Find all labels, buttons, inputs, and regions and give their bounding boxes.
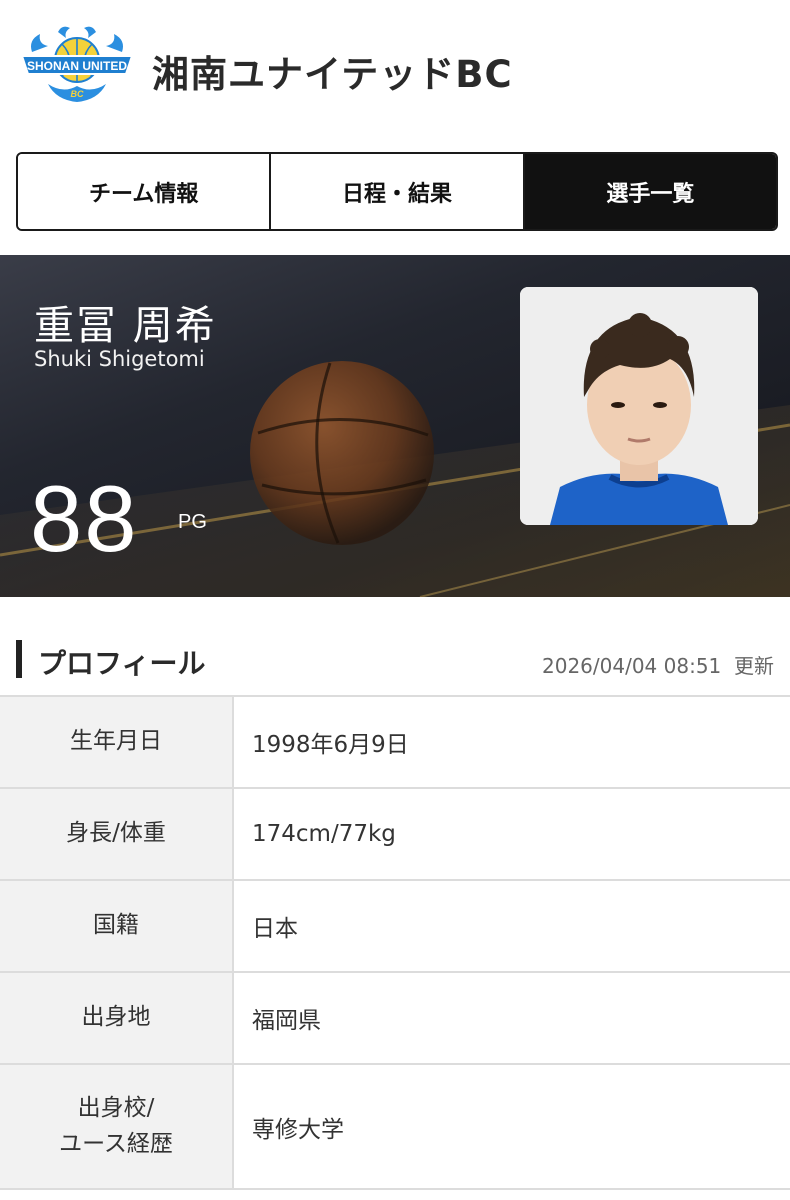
row-label: 出身地 xyxy=(0,973,234,1063)
tab-team-info[interactable]: チーム情報 xyxy=(18,154,272,229)
row-label: 身長/体重 xyxy=(0,789,234,879)
row-value: 174cm/77kg xyxy=(252,821,396,847)
player-number: 88 xyxy=(30,466,139,571)
row-value: 1998年6月9日 xyxy=(252,732,409,758)
updated-label: 更新 xyxy=(734,654,774,678)
profile-table: 生年月日 1998年6月9日 身長/体重 174cm/77kg 国籍 日本 出身… xyxy=(0,695,790,1190)
player-photo xyxy=(520,287,758,525)
profile-header: プロフィール 2026/04/04 08:51 更新 xyxy=(0,630,790,690)
table-row: 生年月日 1998年6月9日 xyxy=(0,697,790,789)
table-row: 国籍 日本 xyxy=(0,881,790,973)
table-row: 出身校/ ユース経歴 専修大学 xyxy=(0,1065,790,1190)
logo-subtext: BC xyxy=(71,89,84,99)
site-header: SHONAN UNITED BC 湘南ユナイテッドBC xyxy=(0,0,790,130)
profile-title: プロフィール xyxy=(38,647,206,680)
row-label: 出身校/ ユース経歴 xyxy=(0,1065,234,1188)
table-row: 身長/体重 174cm/77kg xyxy=(0,789,790,881)
profile-updated: 2026/04/04 08:51 更新 xyxy=(542,650,774,679)
row-label: 国籍 xyxy=(0,881,234,971)
player-name-en: Shuki Shigetomi xyxy=(34,347,205,371)
player-name-jp: 重冨 周希 xyxy=(34,303,217,349)
row-value: 専修大学 xyxy=(252,1116,344,1143)
team-name: 湘南ユナイテッドBC xyxy=(152,53,513,96)
tab-player-list[interactable]: 選手一覧 xyxy=(524,154,776,229)
updated-date: 2026/04/04 08:51 xyxy=(542,654,722,678)
player-position: PG xyxy=(178,511,207,533)
logo-text: SHONAN UNITED xyxy=(27,59,127,73)
row-label: 生年月日 xyxy=(0,697,234,787)
row-value: 福岡県 xyxy=(252,1008,321,1034)
row-value: 日本 xyxy=(252,916,298,942)
row-label-line2: ユース経歴 xyxy=(59,1130,173,1157)
row-label-line1: 出身校/ xyxy=(77,1094,155,1121)
table-row: 出身地 福岡県 xyxy=(0,973,790,1065)
tab-schedule-results[interactable]: 日程・結果 xyxy=(271,154,525,229)
player-hero: 重冨 周希 Shuki Shigetomi 88 PG xyxy=(0,255,790,597)
team-nav-tabs: チーム情報 日程・結果 選手一覧 xyxy=(16,152,778,231)
team-logo[interactable]: SHONAN UNITED BC xyxy=(18,22,136,108)
section-accent-bar xyxy=(16,640,22,678)
